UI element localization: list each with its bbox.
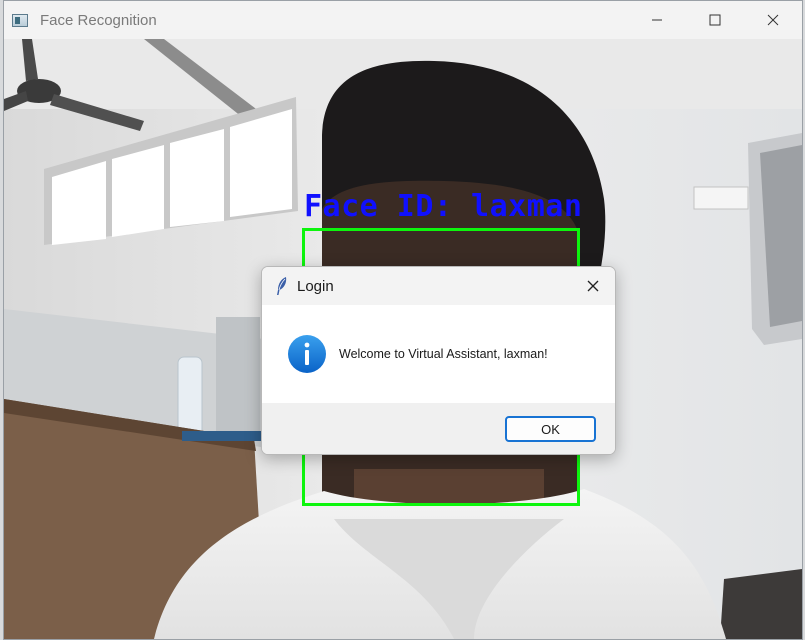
dialog-title: Login (297, 277, 334, 295)
dialog-footer: OK (262, 403, 615, 454)
maximize-icon (709, 14, 721, 26)
dialog-close-button[interactable] (571, 267, 615, 305)
dialog-titlebar[interactable]: Login (262, 267, 615, 305)
close-icon (587, 280, 599, 292)
minimize-button[interactable] (628, 1, 686, 39)
login-dialog: Login Welcome to Virtual Assistant, laxm… (261, 266, 616, 455)
window-title: Face Recognition (40, 11, 157, 29)
dialog-message: Welcome to Virtual Assistant, laxman! (339, 347, 548, 361)
maximize-button[interactable] (686, 1, 744, 39)
ok-button[interactable]: OK (505, 416, 596, 442)
dialog-body: Welcome to Virtual Assistant, laxman! (262, 305, 615, 403)
close-icon (767, 14, 779, 26)
window-controls (628, 1, 802, 39)
face-id-label: Face ID: laxman (304, 189, 583, 224)
window-titlebar[interactable]: Face Recognition (4, 1, 802, 39)
app-icon (12, 13, 28, 27)
minimize-icon (652, 19, 662, 21)
feather-icon (277, 277, 287, 295)
info-icon (288, 335, 326, 373)
close-button[interactable] (744, 1, 802, 39)
